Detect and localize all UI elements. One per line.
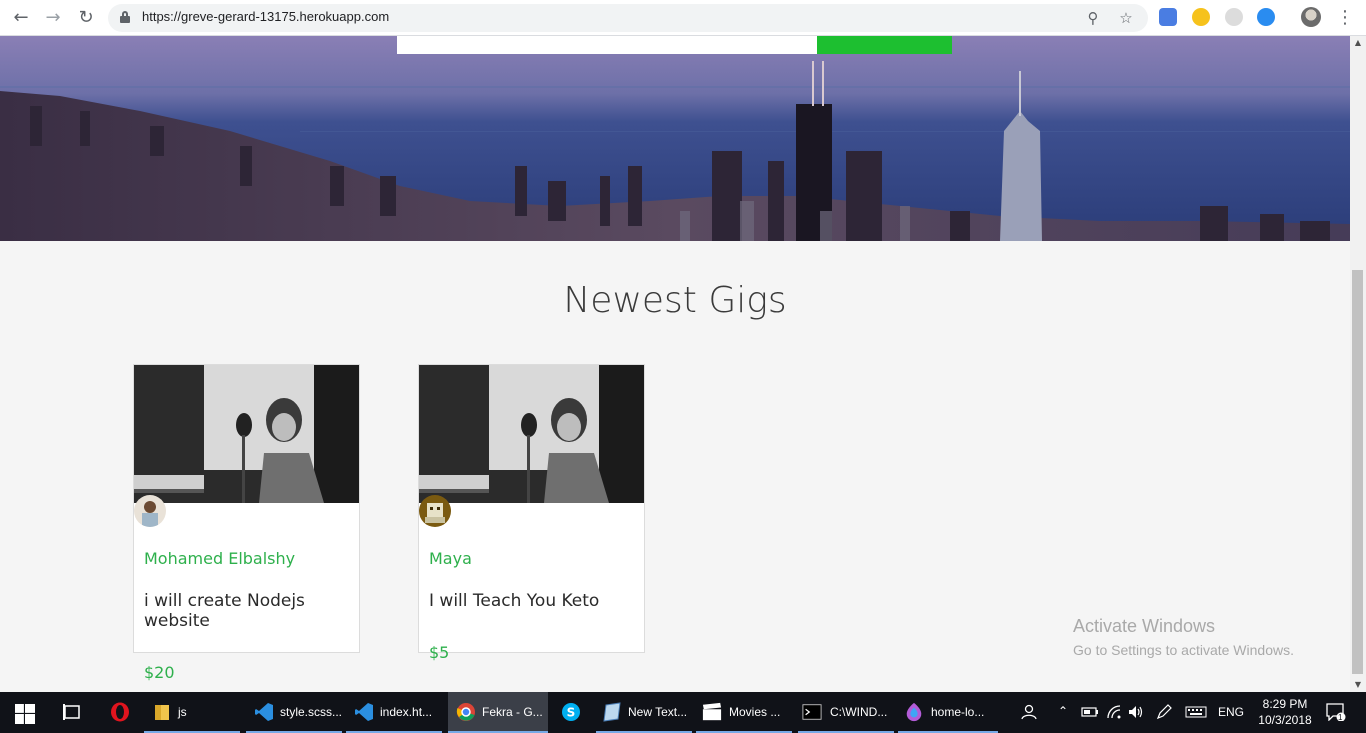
translate-extension-icon[interactable] <box>1159 8 1177 26</box>
people-icon[interactable] <box>1018 692 1040 733</box>
task-view-icon <box>63 704 80 720</box>
taskbar-label: js <box>178 705 187 719</box>
language-label: ENG <box>1218 705 1245 719</box>
svg-text:S: S <box>567 706 576 720</box>
search-input[interactable] <box>397 36 817 54</box>
taskbar-label: C:\WIND... <box>830 705 888 719</box>
taskbar-item-cmd[interactable]: C:\WIND... <box>798 692 894 733</box>
notepad-icon <box>603 702 621 722</box>
gig-card[interactable]: Mohamed Elbalshy i will create Nodejs we… <box>133 364 360 682</box>
forward-arrow-icon[interactable]: → <box>41 6 65 30</box>
vscode-icon <box>255 703 273 721</box>
gig-image[interactable] <box>134 365 359 503</box>
url-text[interactable]: https://greve-gerard-13175.herokuapp.com <box>142 9 389 24</box>
pen-icon[interactable] <box>1154 692 1174 733</box>
windows-logo-icon <box>15 704 35 724</box>
keyboard-icon[interactable] <box>1183 692 1209 733</box>
taskbar-item-vscode-style[interactable]: style.scss... <box>246 692 342 733</box>
gig-price: $20 <box>144 663 175 682</box>
opera-icon <box>111 702 129 722</box>
moon-extension-icon[interactable] <box>1192 8 1210 26</box>
seller-avatar[interactable] <box>134 495 166 527</box>
back-arrow-icon[interactable]: ← <box>9 6 33 30</box>
taskbar-item-vscode-index[interactable]: index.ht... <box>346 692 442 733</box>
scroll-thumb[interactable] <box>1352 270 1363 674</box>
clock-time: 8:29 PM <box>1262 697 1308 711</box>
extension-icon[interactable] <box>1225 8 1243 26</box>
section-title: Newest Gigs <box>563 280 787 321</box>
key-icon[interactable]: ⚲ <box>1083 8 1103 28</box>
bookmark-star-icon[interactable]: ☆ <box>1116 8 1136 28</box>
volume-icon[interactable] <box>1126 692 1146 733</box>
taskbar-label: home-lo... <box>931 705 985 719</box>
show-hidden-icons-chevron-icon[interactable]: ⌃ <box>1056 692 1072 733</box>
gig-card[interactable]: Maya I will Teach You Keto $5 <box>418 364 645 662</box>
taskbar-label: Movies ... <box>729 705 781 719</box>
gig-image[interactable] <box>419 365 644 503</box>
vscode-icon <box>355 703 373 721</box>
seller-name[interactable]: Mohamed Elbalshy <box>144 549 295 568</box>
page-viewport: Newest Gigs Mohamed Elbalshy i will crea… <box>0 36 1350 692</box>
taskbar-label: New Text... <box>628 705 688 719</box>
taskbar-item-notepad[interactable]: New Text... <box>596 692 692 733</box>
activate-windows-subtitle: Go to Settings to activate Windows. <box>1073 642 1294 658</box>
skype-icon: S <box>562 703 580 721</box>
taskbar-item-chrome[interactable]: Fekra - G... <box>448 692 548 733</box>
terminal-icon <box>802 704 822 720</box>
browser-toolbar: ← → ↻ https://greve-gerard-13175.herokua… <box>0 0 1366 36</box>
taskbar-item-movies[interactable]: Movies ... <box>696 692 792 733</box>
taskbar-item-paint3d[interactable]: home-lo... <box>898 692 998 733</box>
paint-drop-icon <box>906 702 922 722</box>
system-clock[interactable]: 8:29 PM 10/3/2018 <box>1250 696 1320 728</box>
search-button[interactable] <box>817 36 952 54</box>
lock-icon <box>120 11 130 23</box>
gig-price: $5 <box>429 643 450 662</box>
notification-count: 1 <box>1338 713 1343 722</box>
clock-date: 10/3/2018 <box>1258 713 1312 727</box>
reload-icon[interactable]: ↻ <box>74 6 98 30</box>
activate-windows-title: Activate Windows <box>1073 616 1216 636</box>
task-view-button[interactable] <box>48 692 96 733</box>
clapperboard-icon <box>702 702 722 721</box>
battery-icon[interactable] <box>1080 692 1100 733</box>
action-center-button[interactable]: 1 <box>1322 692 1352 733</box>
notification-icon <box>1326 703 1346 721</box>
start-button[interactable] <box>0 692 48 733</box>
address-bar[interactable]: https://greve-gerard-13175.herokuapp.com… <box>108 4 1148 32</box>
scroll-down-arrow-icon[interactable]: ▼ <box>1353 680 1363 690</box>
scroll-up-arrow-icon[interactable]: ▲ <box>1353 38 1363 48</box>
taskbar-label: style.scss... <box>280 705 343 719</box>
seller-avatar[interactable] <box>419 495 451 527</box>
taskbar-label: Fekra - G... <box>482 705 543 719</box>
menu-kebab-icon[interactable]: ⋮ <box>1336 6 1354 30</box>
taskbar-opera[interactable] <box>96 692 144 733</box>
hero-banner <box>0 36 1350 241</box>
blue-extension-icon[interactable] <box>1257 8 1275 26</box>
taskbar-skype[interactable]: S <box>548 692 596 733</box>
gig-title[interactable]: i will create Nodejs website <box>144 591 344 631</box>
seller-name[interactable]: Maya <box>429 549 472 568</box>
chrome-icon <box>456 703 475 721</box>
gig-title[interactable]: I will Teach You Keto <box>429 591 629 611</box>
language-indicator[interactable]: ENG <box>1218 692 1244 733</box>
page-scrollbar[interactable]: ▲ ▼ <box>1350 36 1366 692</box>
windows-taskbar: js style.scss... index.ht... Fekra - G..… <box>0 692 1366 733</box>
city-skyline-image <box>0 36 1350 241</box>
folder-icon <box>155 705 169 720</box>
profile-avatar[interactable] <box>1301 7 1321 27</box>
taskbar-label: index.ht... <box>380 705 433 719</box>
wifi-icon[interactable] <box>1104 692 1124 733</box>
taskbar-item-js[interactable]: js <box>144 692 240 733</box>
